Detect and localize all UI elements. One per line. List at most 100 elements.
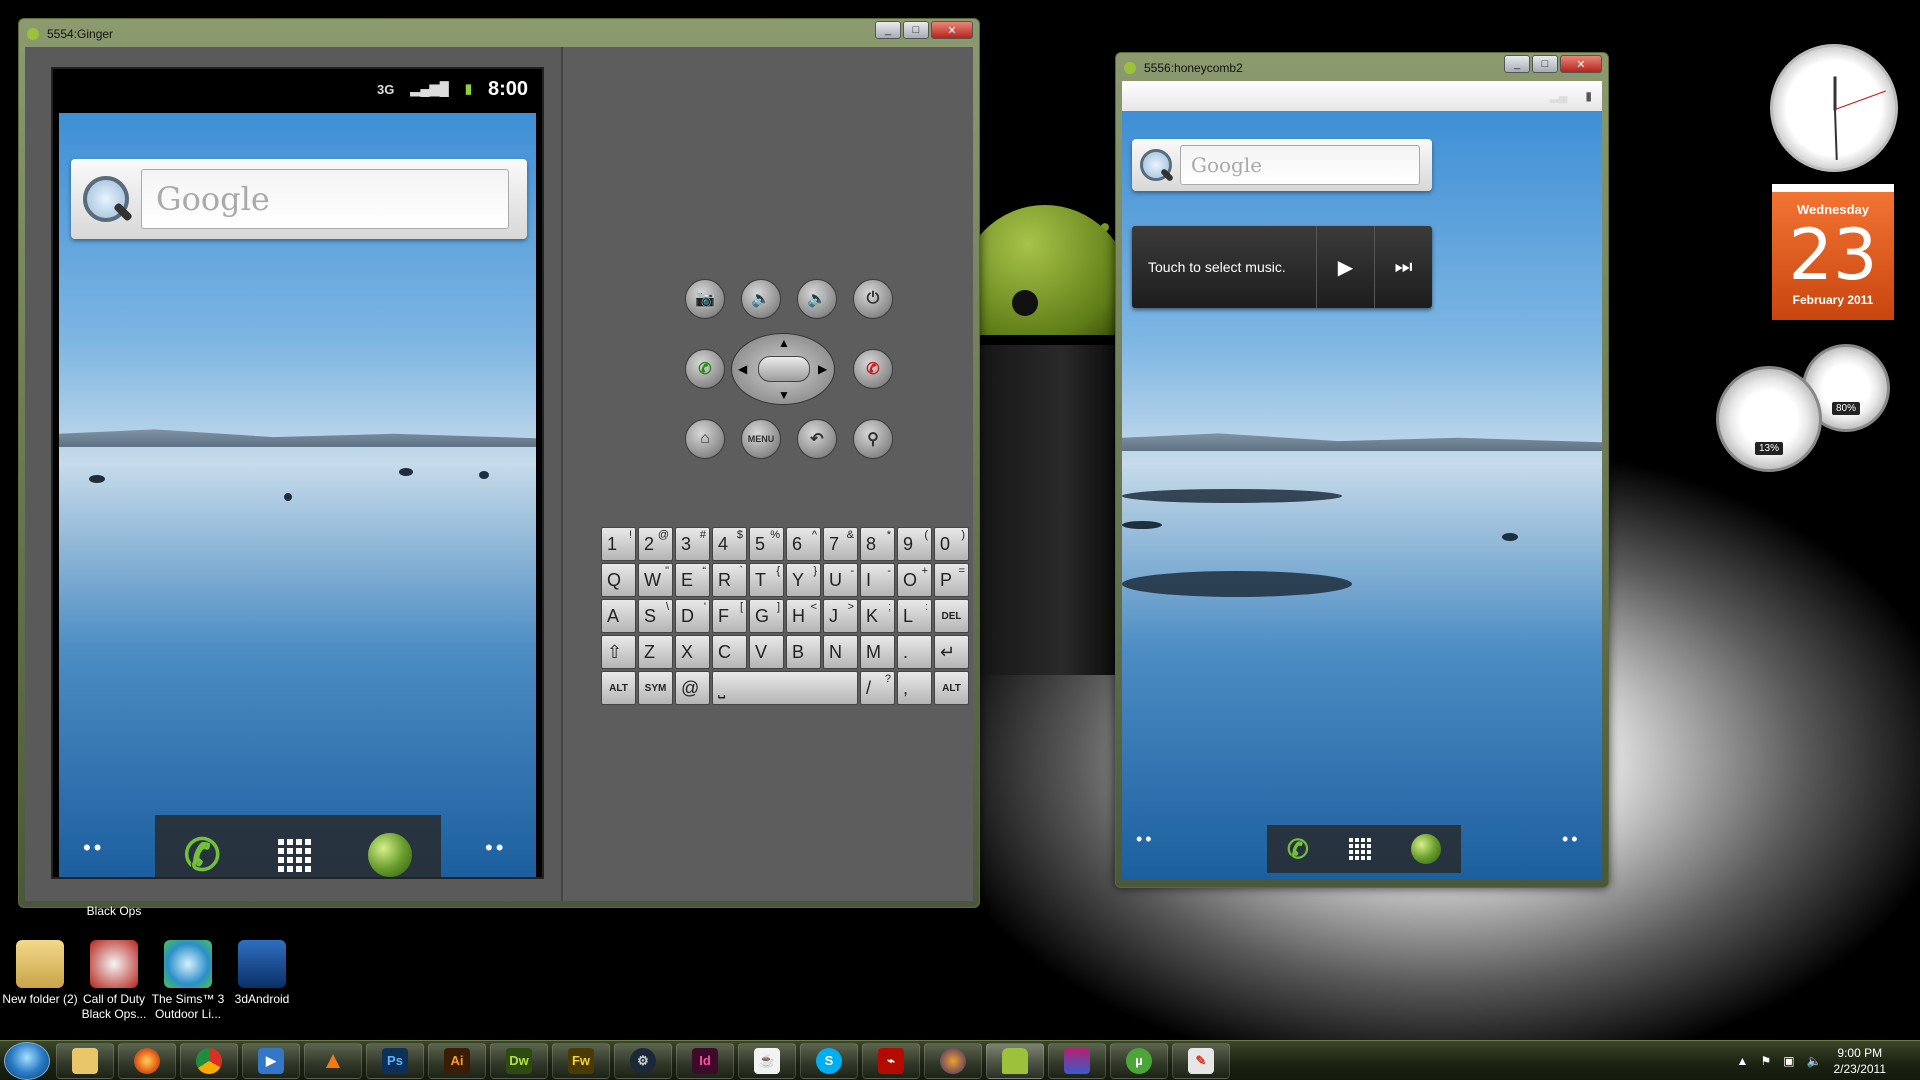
key-w[interactable]: W " bbox=[638, 563, 673, 597]
key-m[interactable]: M bbox=[860, 635, 895, 669]
dpad-up-icon[interactable]: ▲ bbox=[778, 336, 790, 350]
dpad-left-icon[interactable]: ◀ bbox=[738, 362, 747, 376]
camera-button[interactable]: 📷 bbox=[685, 279, 725, 319]
key-o[interactable]: O + bbox=[897, 563, 932, 597]
key-s[interactable]: S \ bbox=[638, 599, 673, 633]
volume-icon[interactable]: 🔈 bbox=[1807, 1054, 1822, 1068]
search-button[interactable]: ⚲ bbox=[853, 419, 893, 459]
key-delete[interactable]: DEL bbox=[934, 599, 969, 633]
close-button[interactable]: ✕ bbox=[931, 21, 973, 39]
minimize-button[interactable]: _ bbox=[1504, 55, 1530, 73]
dpad[interactable]: ▲ ▼ ◀ ▶ bbox=[731, 333, 835, 405]
app-drawer-icon[interactable] bbox=[1348, 838, 1371, 860]
home-button[interactable]: ⌂ bbox=[685, 419, 725, 459]
key-f[interactable]: F[ bbox=[712, 599, 747, 633]
clock-gadget[interactable] bbox=[1770, 44, 1898, 172]
volume-up-button[interactable]: 🔊 bbox=[797, 279, 837, 319]
search-input[interactable]: Google bbox=[141, 169, 509, 229]
honeycomb-emulator-window[interactable]: 5556:honeycomb2 _ □ ✕ ▂▄ ▮ .honey-screen… bbox=[1115, 52, 1609, 888]
key-j[interactable]: J > bbox=[823, 599, 858, 633]
taskbar-utorrent[interactable]: µ bbox=[1110, 1042, 1168, 1079]
key-shift[interactable]: ⇧ bbox=[601, 635, 636, 669]
key-r[interactable]: R ` bbox=[712, 563, 747, 597]
key-t[interactable]: T{ bbox=[749, 563, 784, 597]
minimize-button[interactable]: _ bbox=[875, 21, 901, 39]
key-enter[interactable]: ↵ bbox=[934, 635, 969, 669]
search-input[interactable]: Google bbox=[1180, 145, 1420, 185]
key-l[interactable]: L: bbox=[897, 599, 932, 633]
taskbar-eclipse[interactable] bbox=[924, 1042, 982, 1079]
key-8[interactable]: 8 * bbox=[860, 527, 895, 561]
taskbar-fireworks[interactable]: Fw bbox=[552, 1042, 610, 1079]
key-2[interactable]: 2 @ bbox=[638, 527, 673, 561]
taskbar-media-player[interactable]: ▶ bbox=[242, 1042, 300, 1079]
page-indicator-right[interactable]: •• bbox=[485, 835, 506, 861]
search-icon[interactable]: .ginger-screen .mag::before{left:12px;to… bbox=[71, 164, 141, 234]
taskbar-android-emulator[interactable] bbox=[986, 1042, 1044, 1079]
network-icon[interactable]: ▣ bbox=[1783, 1054, 1794, 1068]
key-comma[interactable]: , bbox=[897, 671, 932, 705]
google-search-widget[interactable]: .honey-screen .mag::before{left:8px;top:… bbox=[1132, 139, 1432, 191]
music-widget[interactable]: Touch to select music. ▶ ⏭ bbox=[1132, 226, 1432, 308]
window-titlebar[interactable]: 5554:Ginger bbox=[27, 23, 971, 45]
key-p[interactable]: P = bbox=[934, 563, 969, 597]
calendar-gadget[interactable]: Wednesday 23 February 2011 bbox=[1772, 184, 1894, 320]
dpad-right-icon[interactable]: ▶ bbox=[818, 362, 827, 376]
key-z[interactable]: Z bbox=[638, 635, 673, 669]
taskbar-illustrator[interactable]: Ai bbox=[428, 1042, 486, 1079]
key-a[interactable]: A bbox=[601, 599, 636, 633]
key-v[interactable]: V bbox=[749, 635, 784, 669]
maximize-button[interactable]: □ bbox=[903, 21, 929, 39]
key-alt-right[interactable]: ALT bbox=[934, 671, 969, 705]
key-q[interactable]: Q bbox=[601, 563, 636, 597]
key-alt-left[interactable]: ALT bbox=[601, 671, 636, 705]
taskbar-photoshop[interactable]: Ps bbox=[366, 1042, 424, 1079]
key-y[interactable]: Y} bbox=[786, 563, 821, 597]
menu-button[interactable]: MENU bbox=[741, 419, 781, 459]
phone-app-icon[interactable]: ✆ bbox=[184, 830, 221, 878]
page-indicator-left[interactable]: •• bbox=[83, 835, 104, 861]
key-u[interactable]: U- bbox=[823, 563, 858, 597]
key-period[interactable]: . bbox=[897, 635, 932, 669]
taskbar-indesign[interactable]: Id bbox=[676, 1042, 734, 1079]
desktop-icon-new-folder[interactable]: New folder (2) bbox=[0, 940, 80, 1007]
start-button[interactable] bbox=[4, 1041, 50, 1080]
taskbar-explorer[interactable] bbox=[56, 1042, 114, 1079]
show-hidden-icons-icon[interactable]: ▲ bbox=[1737, 1054, 1749, 1068]
key-x[interactable]: X bbox=[675, 635, 710, 669]
taskbar-acrobat[interactable]: ⌁ bbox=[862, 1042, 920, 1079]
power-button[interactable]: ⏻ bbox=[853, 279, 893, 319]
taskbar-winrar[interactable] bbox=[1048, 1042, 1106, 1079]
volume-down-button[interactable]: 🔉 bbox=[741, 279, 781, 319]
browser-icon[interactable] bbox=[1410, 834, 1441, 864]
key-g[interactable]: G] bbox=[749, 599, 784, 633]
taskbar-chrome[interactable] bbox=[180, 1042, 238, 1079]
browser-icon[interactable] bbox=[368, 833, 413, 877]
search-icon[interactable]: .honey-screen .mag::before{left:8px;top:… bbox=[1132, 141, 1180, 189]
key-space[interactable]: ⎵ bbox=[712, 671, 858, 705]
action-center-icon[interactable]: ⚑ bbox=[1760, 1054, 1771, 1068]
cpu-gauge[interactable]: 13% bbox=[1716, 366, 1822, 472]
key-c[interactable]: C bbox=[712, 635, 747, 669]
desktop-icon-3dandroid[interactable]: 3dAndroid bbox=[222, 940, 302, 1007]
tray-clock[interactable]: 9:00 PM 2/23/2011 bbox=[1834, 1045, 1887, 1077]
key-i[interactable]: I- bbox=[860, 563, 895, 597]
next-track-icon[interactable]: ⏭ bbox=[1374, 226, 1432, 308]
key-sym[interactable]: SYM bbox=[638, 671, 673, 705]
taskbar-vlc[interactable]: ▲ bbox=[304, 1042, 362, 1079]
taskbar-skype[interactable]: S bbox=[800, 1042, 858, 1079]
key-h[interactable]: H < bbox=[786, 599, 821, 633]
back-button[interactable]: ↶ bbox=[797, 419, 837, 459]
key-3[interactable]: 3 # bbox=[675, 527, 710, 561]
music-prompt[interactable]: Touch to select music. bbox=[1132, 259, 1316, 275]
key-4[interactable]: 4 $ bbox=[712, 527, 747, 561]
dpad-center-button[interactable] bbox=[758, 356, 810, 382]
call-button[interactable]: ✆ bbox=[685, 349, 725, 389]
key-1[interactable]: 1! bbox=[601, 527, 636, 561]
desktop-icon-call-of-duty[interactable]: Call of Duty Black Ops... bbox=[74, 940, 154, 1022]
end-call-button[interactable]: ✆ bbox=[853, 349, 893, 389]
key-7[interactable]: 7 & bbox=[823, 527, 858, 561]
dpad-down-icon[interactable]: ▼ bbox=[778, 388, 790, 402]
taskbar-firefox[interactable] bbox=[118, 1042, 176, 1079]
close-button[interactable]: ✕ bbox=[1560, 55, 1602, 73]
